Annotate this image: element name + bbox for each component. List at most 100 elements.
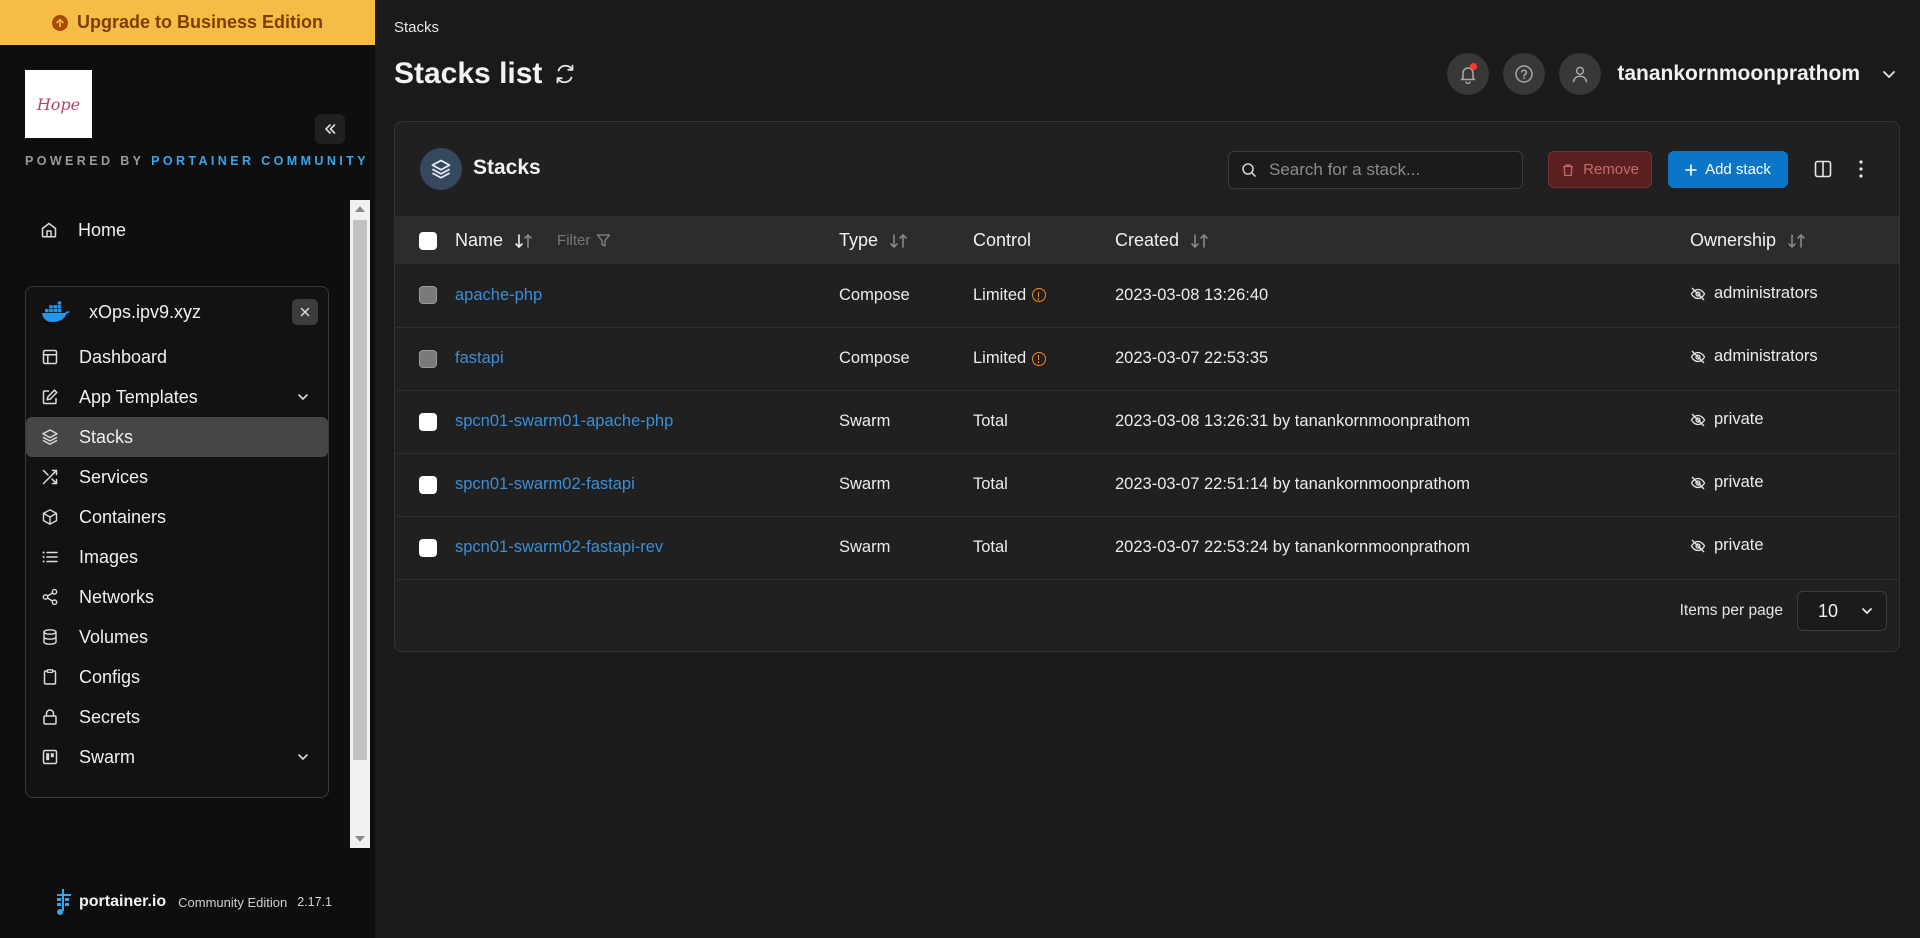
logo-text: Hope bbox=[36, 94, 81, 114]
table-row: spcn01-swarm01-apache-php Swarm Total 20… bbox=[395, 390, 1899, 453]
chevron-down-icon[interactable] bbox=[296, 390, 310, 404]
row-checkbox bbox=[419, 286, 437, 305]
add-stack-button[interactable]: Add stack bbox=[1668, 151, 1788, 188]
created-column-header[interactable]: Created bbox=[1115, 216, 1690, 264]
chevron-down-icon[interactable] bbox=[1880, 65, 1898, 83]
close-environment-button[interactable] bbox=[292, 299, 318, 325]
panel-header: Stacks Remove Add stack bbox=[395, 122, 1899, 216]
stack-name-link[interactable]: spcn01-swarm01-apache-php bbox=[455, 412, 673, 430]
sidebar-nav: Home xOps.ipv9.xyz Dashboard App Templat… bbox=[0, 200, 350, 848]
stack-name-link[interactable]: fastapi bbox=[455, 349, 504, 367]
sidebar-item-secrets[interactable]: Secrets bbox=[26, 697, 328, 737]
ownership-cell: administrators bbox=[1690, 264, 1899, 327]
ownership-value: administrators bbox=[1714, 347, 1818, 366]
sidebar-item-containers[interactable]: Containers bbox=[26, 497, 328, 537]
chevron-down-icon[interactable] bbox=[296, 750, 310, 764]
stack-name-link[interactable]: spcn01-swarm02-fastapi bbox=[455, 475, 635, 493]
username[interactable]: tanankornmoonprathom bbox=[1617, 62, 1860, 86]
chevrons-left-icon bbox=[325, 124, 336, 134]
header-actions: tanankornmoonprathom bbox=[1447, 53, 1920, 95]
sidebar-item-label: Stacks bbox=[79, 426, 134, 447]
powered-by: POWERED BY PORTAINER COMMUNITY bbox=[25, 154, 369, 168]
search-input[interactable] bbox=[1269, 160, 1509, 180]
created-cell: 2023-03-08 13:26:31 by tanankornmoonprat… bbox=[1115, 412, 1470, 430]
row-select-cell bbox=[395, 264, 455, 327]
sidebar-item-configs[interactable]: Configs bbox=[26, 657, 328, 697]
sidebar-item-swarm[interactable]: Swarm bbox=[26, 737, 328, 777]
sidebar-item-images[interactable]: Images bbox=[26, 537, 328, 577]
close-icon bbox=[300, 307, 310, 317]
created-cell: 2023-03-07 22:51:14 by tanankornmoonprat… bbox=[1115, 475, 1470, 493]
columns-icon[interactable] bbox=[1813, 159, 1833, 179]
scroll-down-arrow[interactable] bbox=[355, 836, 365, 842]
docker-icon bbox=[42, 301, 70, 322]
search-box[interactable] bbox=[1228, 151, 1523, 189]
scroll-up-arrow[interactable] bbox=[355, 206, 365, 212]
sidebar-item-home[interactable]: Home bbox=[25, 210, 325, 250]
name-cell: spcn01-swarm02-fastapi-rev bbox=[455, 516, 839, 579]
notifications-button[interactable] bbox=[1447, 53, 1490, 95]
refresh-icon[interactable] bbox=[554, 63, 576, 85]
sidebar-item-label: Volumes bbox=[79, 626, 149, 647]
name-cell: fastapi bbox=[455, 327, 839, 390]
more-vertical-icon[interactable] bbox=[1851, 158, 1871, 180]
sidebar-item-stacks[interactable]: Stacks bbox=[26, 417, 328, 457]
row-checkbox[interactable] bbox=[419, 412, 437, 431]
sort-icon[interactable] bbox=[1787, 233, 1807, 249]
dashboard-icon bbox=[42, 349, 58, 365]
share-icon bbox=[42, 588, 58, 606]
sidebar-scrollbar[interactable] bbox=[350, 200, 370, 848]
sort-desc-icon[interactable] bbox=[514, 233, 534, 249]
select-all-checkbox[interactable] bbox=[419, 231, 437, 250]
filter-label: Filter bbox=[557, 232, 591, 250]
control-cell: Total bbox=[973, 412, 1008, 430]
company-logo[interactable]: Hope bbox=[25, 70, 92, 138]
sidebar-item-services[interactable]: Services bbox=[26, 457, 328, 497]
filter-icon bbox=[597, 234, 611, 247]
powered-by-brand: PORTAINER COMMUNITY bbox=[151, 154, 369, 168]
user-avatar[interactable] bbox=[1559, 53, 1602, 95]
sidebar-item-dashboard[interactable]: Dashboard bbox=[26, 337, 328, 377]
sidebar-item-label: Networks bbox=[79, 586, 155, 607]
page-title: Stacks list bbox=[394, 57, 576, 91]
stack-name-link[interactable]: spcn01-swarm02-fastapi-rev bbox=[455, 538, 663, 556]
upgrade-banner[interactable]: Upgrade to Business Edition bbox=[0, 0, 375, 45]
stack-name-link[interactable]: apache-php bbox=[455, 286, 542, 304]
row-checkbox[interactable] bbox=[419, 538, 437, 557]
type-header-label: Type bbox=[839, 229, 879, 250]
collapse-sidebar-button[interactable] bbox=[315, 114, 345, 144]
row-checkbox[interactable] bbox=[419, 475, 437, 494]
trello-icon bbox=[42, 749, 58, 765]
environment-name: xOps.ipv9.xyz bbox=[89, 301, 202, 322]
row-checkbox bbox=[419, 349, 437, 368]
sort-icon[interactable] bbox=[1190, 233, 1210, 249]
home-icon bbox=[41, 222, 57, 238]
ownership-column-header[interactable]: Ownership bbox=[1690, 216, 1899, 264]
scrollbar-thumb[interactable] bbox=[353, 220, 367, 760]
layers-icon bbox=[420, 148, 462, 190]
warning-icon bbox=[1032, 288, 1047, 303]
help-circle-icon bbox=[1515, 65, 1534, 83]
panel-title: Stacks bbox=[473, 156, 541, 179]
name-filter[interactable]: Filter bbox=[557, 232, 611, 249]
row-select-cell bbox=[395, 327, 455, 390]
name-column-header[interactable]: Name Filter bbox=[455, 216, 839, 264]
sidebar-item-app-templates[interactable]: App Templates bbox=[26, 377, 328, 417]
control-cell: Limited bbox=[973, 264, 1115, 327]
remove-button[interactable]: Remove bbox=[1548, 151, 1652, 188]
footer-version: 2.17.1 bbox=[297, 895, 332, 909]
ownership-value: administrators bbox=[1714, 284, 1818, 302]
row-select-cell bbox=[395, 453, 455, 516]
sort-icon[interactable] bbox=[889, 233, 909, 249]
type-cell: Swarm bbox=[839, 475, 891, 493]
box-icon bbox=[42, 509, 58, 525]
items-per-page-select[interactable]: 10 bbox=[1797, 591, 1887, 631]
help-button[interactable] bbox=[1503, 53, 1546, 95]
type-column-header[interactable]: Type bbox=[839, 216, 973, 264]
sidebar-item-volumes[interactable]: Volumes bbox=[26, 617, 328, 657]
ownership-cell: private bbox=[1690, 453, 1899, 516]
footer-edition: Community Edition bbox=[178, 894, 288, 910]
items-per-page-value: 10 bbox=[1818, 600, 1839, 621]
ownership-cell: private bbox=[1690, 390, 1899, 453]
sidebar-item-networks[interactable]: Networks bbox=[26, 577, 328, 617]
